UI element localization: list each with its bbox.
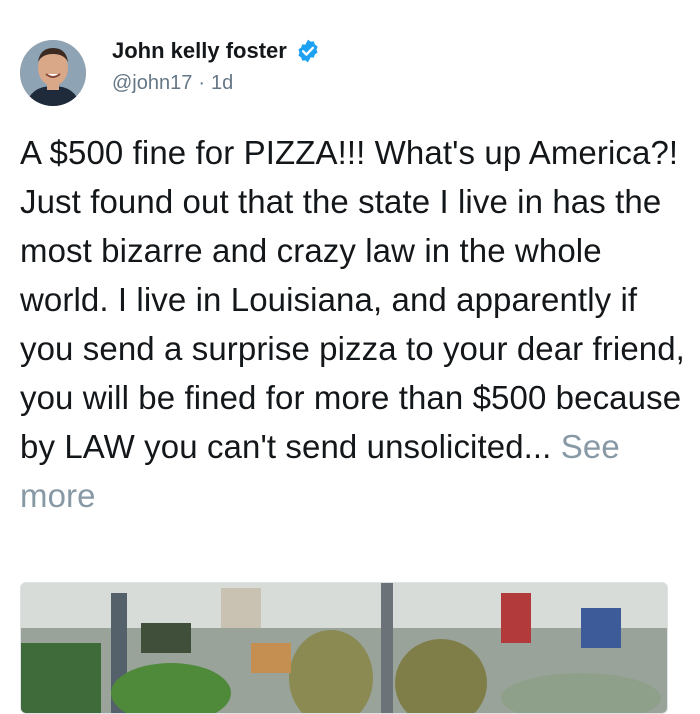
market-photo-image — [21, 583, 667, 713]
tweet-body: A $500 fine for PIZZA!!! What's up Ameri… — [20, 128, 690, 520]
author-avatar[interactable] — [20, 40, 86, 106]
author-meta: @john17 · 1d — [112, 72, 233, 95]
author-name-row[interactable]: John kelly foster — [112, 38, 321, 64]
tweet-media-photo[interactable] — [20, 582, 668, 714]
author-display-name[interactable]: John kelly foster — [112, 38, 287, 64]
tweet-timestamp[interactable]: 1d — [211, 72, 233, 94]
meta-separator: · — [198, 72, 206, 94]
author-handle[interactable]: @john17 — [112, 72, 192, 94]
tweet-text: A $500 fine for PIZZA!!! What's up Ameri… — [20, 134, 685, 465]
verified-badge-icon — [295, 38, 321, 64]
